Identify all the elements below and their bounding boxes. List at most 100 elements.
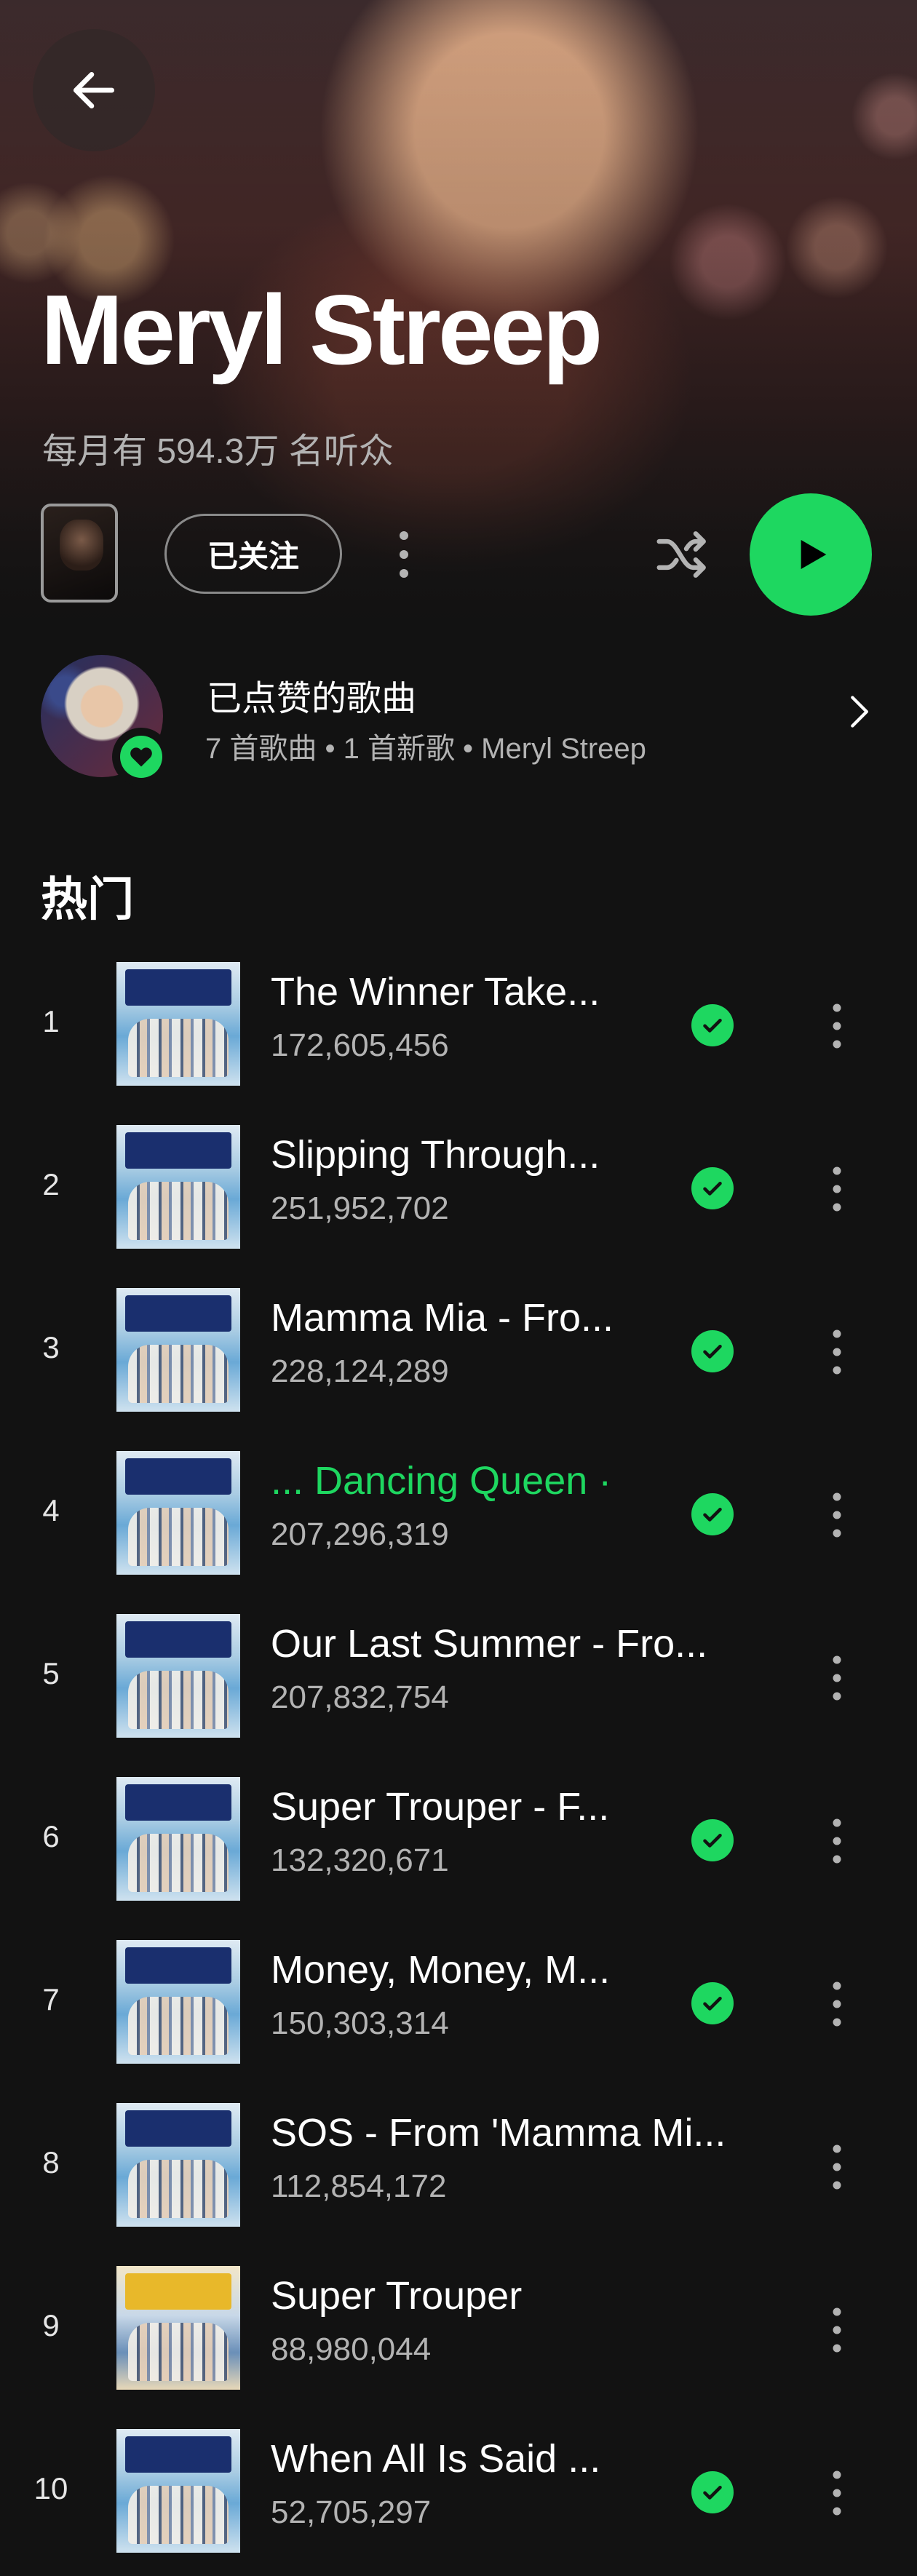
thumbnail-image	[60, 520, 103, 571]
saved-check-icon[interactable]	[691, 1167, 734, 1209]
saved-check-icon[interactable]	[691, 1982, 734, 2024]
album-art	[116, 1614, 240, 1738]
more-vertical-icon	[833, 2470, 841, 2516]
liked-songs-row[interactable]: 已点赞的歌曲 7 首歌曲 • 1 首新歌 • Meryl Streep	[0, 648, 917, 786]
track-rank: 8	[42, 2145, 60, 2179]
popular-track-list: 1 The Winner Take... 172,605,456 2 Slipp…	[0, 946, 917, 2576]
more-vertical-icon	[833, 1492, 841, 1538]
track-more-button[interactable]	[815, 1316, 859, 1388]
more-vertical-icon	[833, 1981, 841, 2027]
popular-heading: 热门	[41, 873, 134, 926]
track-row[interactable]: 9 Super Trouper 88,980,044	[0, 2250, 917, 2413]
track-title: Slipping Through...	[271, 1133, 600, 1177]
track-plays: 52,705,297	[271, 2494, 432, 2530]
track-more-button[interactable]	[815, 1479, 859, 1551]
shuffle-button[interactable]	[646, 518, 719, 591]
album-art	[116, 2103, 240, 2227]
track-title: ... Dancing Queen ·	[271, 1459, 612, 1503]
artist-name: Meryl Streep	[41, 274, 603, 385]
more-vertical-icon	[400, 531, 408, 578]
track-row[interactable]: 7 Money, Money, M... 150,303,314	[0, 1924, 917, 2087]
arrow-left-icon	[73, 72, 115, 108]
more-vertical-icon	[833, 1818, 841, 1864]
track-plays: 172,605,456	[271, 1027, 449, 1063]
track-rank: 2	[42, 1167, 60, 1201]
liked-badge	[112, 728, 170, 786]
album-art	[116, 1125, 240, 1249]
track-row[interactable]: 6 Super Trouper - F... 132,320,671	[0, 1761, 917, 1924]
track-title: The Winner Take...	[271, 970, 600, 1014]
more-vertical-icon	[833, 1003, 841, 1049]
album-art	[116, 1940, 240, 2064]
track-more-button[interactable]	[815, 990, 859, 1062]
chevron-right-icon	[851, 696, 868, 728]
follow-button[interactable]: 已关注	[164, 514, 342, 594]
play-icon	[801, 540, 827, 569]
track-row[interactable]: 1 The Winner Take... 172,605,456	[0, 946, 917, 1109]
album-art	[116, 1777, 240, 1901]
track-title: SOS - From 'Mamma Mi...	[271, 2111, 726, 2155]
track-more-button[interactable]	[815, 1642, 859, 1714]
track-plays: 251,952,702	[271, 1190, 449, 1226]
track-rank: 10	[33, 2471, 68, 2505]
track-rank: 1	[42, 1004, 60, 1038]
track-more-button[interactable]	[815, 1805, 859, 1877]
saved-check-icon[interactable]	[691, 2471, 734, 2513]
liked-songs-subtitle: 7 首歌曲 • 1 首新歌 • Meryl Streep	[205, 733, 646, 765]
album-art	[116, 2266, 240, 2390]
heart-badge-bg	[120, 736, 162, 778]
track-more-button[interactable]	[815, 2294, 859, 2366]
saved-check-icon[interactable]	[691, 1493, 734, 1535]
track-rank: 7	[42, 1982, 60, 2016]
track-plays: 207,296,319	[271, 1516, 449, 1552]
more-vertical-icon	[833, 2307, 841, 2353]
track-rank: 5	[42, 1656, 60, 1690]
track-plays: 228,124,289	[271, 1353, 449, 1389]
saved-check-icon[interactable]	[691, 1330, 734, 1372]
saved-check-icon[interactable]	[691, 1819, 734, 1861]
monthly-listeners: 每月有 594.3万 名听众	[42, 432, 394, 471]
track-row[interactable]: 2 Slipping Through... 251,952,702	[0, 1109, 917, 1272]
track-title: Mamma Mia - Fro...	[271, 1296, 614, 1340]
track-row[interactable]: 3 Mamma Mia - Fro... 228,124,289	[0, 1272, 917, 1435]
track-rank: 3	[42, 1330, 60, 1364]
track-more-button[interactable]	[815, 2457, 859, 2529]
track-more-button[interactable]	[815, 2131, 859, 2203]
track-plays: 88,980,044	[271, 2331, 432, 2367]
track-rank: 4	[42, 1493, 60, 1527]
play-button[interactable]	[750, 493, 872, 616]
track-row-now-playing[interactable]: 4 ... Dancing Queen · 207,296,319	[0, 1435, 917, 1598]
artist-video-thumbnail[interactable]	[41, 504, 118, 603]
track-title: When All Is Said ...	[271, 2437, 601, 2481]
track-plays: 112,854,172	[271, 2168, 447, 2204]
track-more-button[interactable]	[815, 1153, 859, 1225]
track-rank: 6	[42, 1819, 60, 1853]
more-vertical-icon	[833, 1166, 841, 1212]
track-row[interactable]: 5 Our Last Summer - Fro... 207,832,754	[0, 1598, 917, 1761]
track-title: Our Last Summer - Fro...	[271, 1622, 708, 1666]
track-title: Super Trouper - F...	[271, 1785, 610, 1829]
track-row[interactable]: 10 When All Is Said ... 52,705,297	[0, 2413, 917, 2576]
track-title: Super Trouper	[271, 2274, 523, 2318]
more-vertical-icon	[833, 1329, 841, 1375]
track-plays: 150,303,314	[271, 2005, 449, 2041]
track-plays: 132,320,671	[271, 1842, 449, 1878]
track-row[interactable]: 8 SOS - From 'Mamma Mi... 112,854,172	[0, 2087, 917, 2250]
album-art	[116, 962, 240, 1086]
saved-check-icon[interactable]	[691, 1004, 734, 1046]
album-art	[116, 1451, 240, 1575]
liked-songs-title: 已点赞的歌曲	[207, 680, 417, 718]
track-more-button[interactable]	[815, 1968, 859, 2040]
album-art	[116, 2429, 240, 2553]
more-options-button[interactable]	[378, 518, 429, 591]
back-button[interactable]	[33, 29, 155, 151]
heart-icon	[130, 747, 152, 767]
album-art	[116, 1288, 240, 1412]
shuffle-icon	[656, 531, 706, 578]
more-vertical-icon	[833, 2144, 841, 2190]
track-title: Money, Money, M...	[271, 1948, 611, 1992]
track-plays: 207,832,754	[271, 1679, 449, 1715]
track-rank: 9	[42, 2308, 60, 2342]
liked-songs-open-button[interactable]	[830, 683, 888, 741]
more-vertical-icon	[833, 1655, 841, 1701]
